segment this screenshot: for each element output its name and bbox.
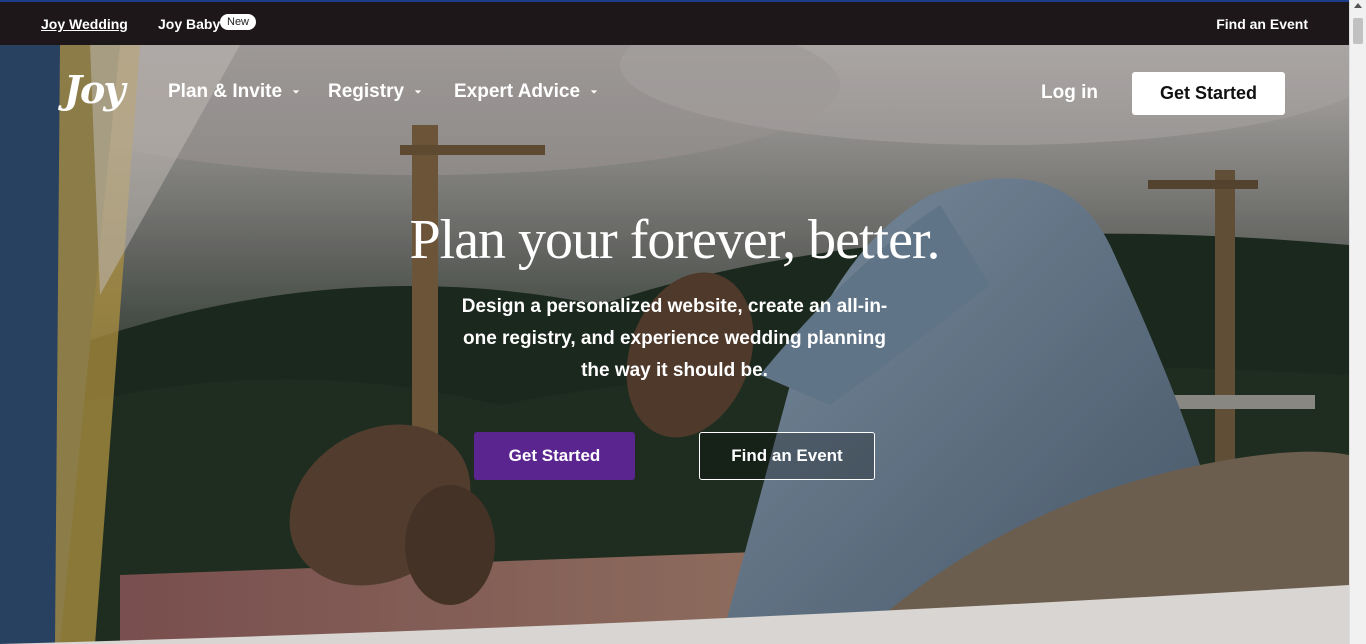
- page-viewport: Joy Wedding Joy Baby New Find an Event J…: [0, 0, 1349, 644]
- page-scrollbar[interactable]: [1349, 0, 1366, 644]
- hero-section: Joy Plan & Invite Registry Expert Advice…: [0, 45, 1349, 644]
- joy-wedding-link[interactable]: Joy Wedding: [41, 16, 128, 32]
- nav-item-expert-advice[interactable]: Expert Advice: [454, 81, 598, 103]
- nav-get-started-button[interactable]: Get Started: [1132, 72, 1285, 115]
- joy-baby-link[interactable]: Joy Baby: [158, 16, 220, 32]
- hero-subtext: Design a personalized website, create an…: [461, 296, 888, 381]
- chevron-down-icon: [590, 90, 598, 94]
- nav-item-label: Expert Advice: [454, 81, 581, 102]
- top-utility-bar: Joy Wedding Joy Baby New Find an Event: [0, 0, 1349, 45]
- main-navigation: Joy Plan & Invite Registry Expert Advice…: [0, 45, 1349, 141]
- nav-item-label: Plan & Invite: [168, 81, 283, 102]
- hero-find-event-button[interactable]: Find an Event: [699, 432, 875, 480]
- hero-headline: Plan your forever, better.: [409, 209, 940, 271]
- scroll-up-arrow-icon[interactable]: [1354, 3, 1362, 8]
- login-link[interactable]: Log in: [1041, 82, 1098, 104]
- hero-get-started-button[interactable]: Get Started: [474, 432, 635, 480]
- chevron-down-icon: [414, 90, 422, 94]
- nav-item-label: Registry: [328, 81, 405, 102]
- chevron-down-icon: [292, 90, 300, 94]
- find-an-event-top-link[interactable]: Find an Event: [1216, 16, 1308, 32]
- scrollbar-thumb[interactable]: [1353, 18, 1363, 44]
- nav-item-plan-invite[interactable]: Plan & Invite: [168, 81, 300, 103]
- new-badge: New: [220, 14, 257, 30]
- nav-item-registry[interactable]: Registry: [328, 81, 422, 103]
- joy-logo[interactable]: Joy: [64, 67, 125, 112]
